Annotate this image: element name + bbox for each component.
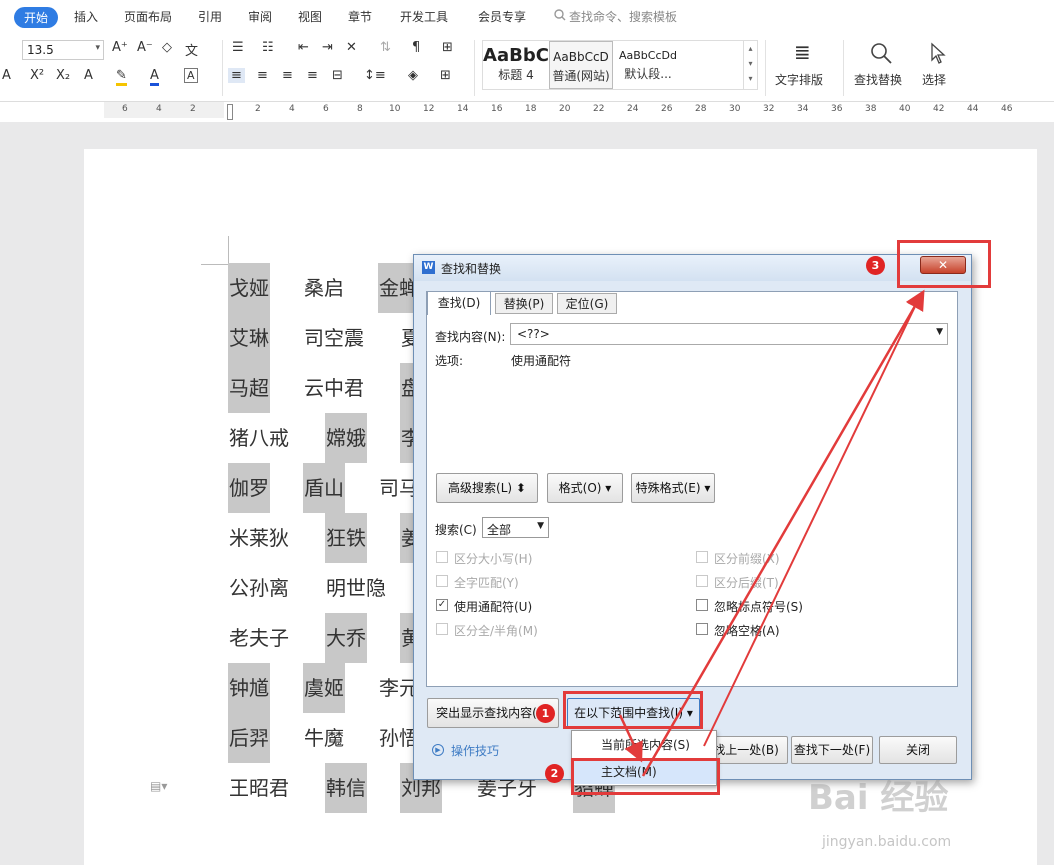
watermark-brand: Bai 经验	[808, 778, 949, 818]
annotation-arrows	[618, 289, 925, 777]
watermark-url: jingyan.baidu.com	[822, 834, 952, 850]
